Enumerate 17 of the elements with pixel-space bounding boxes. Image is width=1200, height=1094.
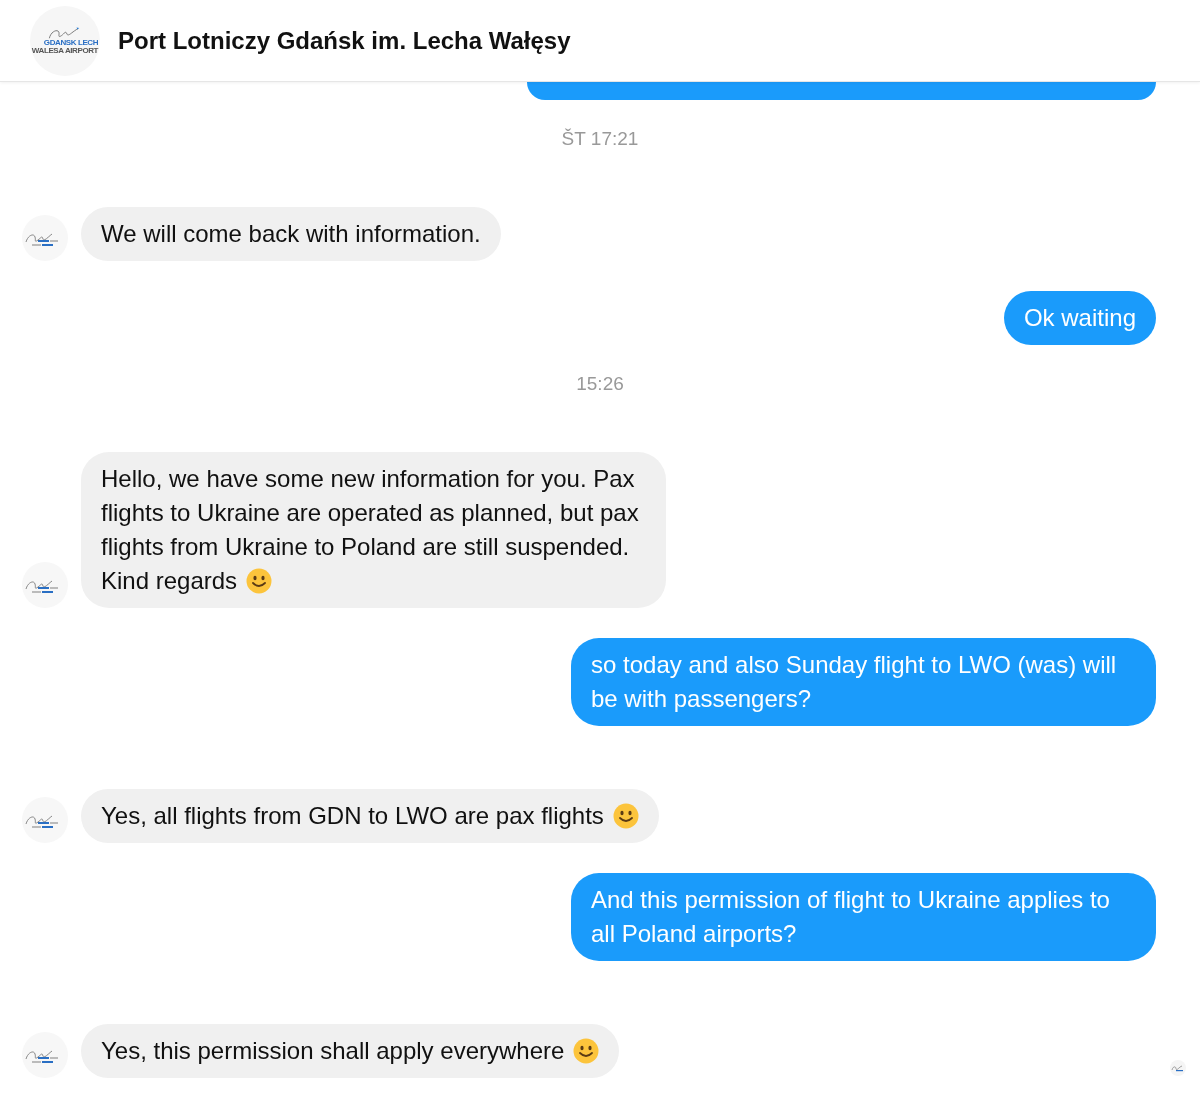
logo-text: WALESA AIRPORT <box>31 47 99 55</box>
message-bubble: Yes, all flights from GDN to LWO are pax flights <box>81 789 659 843</box>
timestamp: 15:26 <box>576 373 624 395</box>
message-bubble: We will come back with information. <box>81 207 501 261</box>
logo-text: GDANSK LECH <box>43 39 99 47</box>
signature-icon <box>48 26 82 41</box>
message-bubble: Ok waiting <box>1003 291 1156 345</box>
message-bubble: Hello, we have some new information for you. Pax flights to Ukraine are operated as planned, but pax flights from Ukraine to Poland are still suspended. Kind regards <box>81 452 666 608</box>
logo-avatar-icon <box>22 215 68 261</box>
logo-avatar-icon <box>22 562 68 608</box>
message-bubble: And this permission of flight to Ukraine applies to all Poland airports? <box>571 873 1156 961</box>
logo-avatar-icon <box>22 797 68 843</box>
timestamp: ŠT 17:21 <box>561 128 639 150</box>
message-bubble: Yes, this permission shall apply everywhere <box>81 1024 620 1078</box>
logo-avatar-icon <box>22 1032 68 1078</box>
chat-title: Port Lotniczy Gdańsk im. Lecha Wałęsy <box>118 26 571 55</box>
message-bubble: so today and also Sunday flight to LWO (was) will be with passengers? <box>571 638 1156 726</box>
